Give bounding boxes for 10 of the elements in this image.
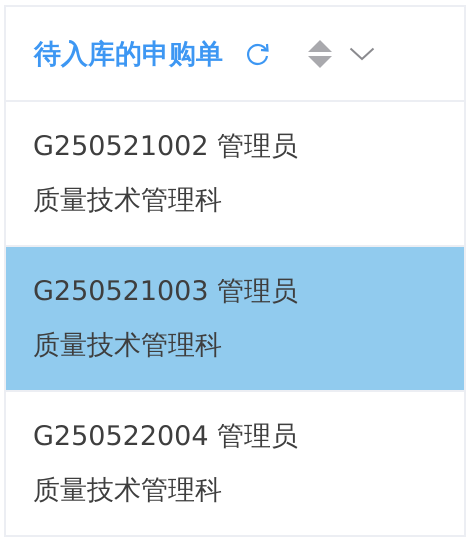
department-name: 质量技术管理科 xyxy=(33,474,223,508)
order-number-and-user: G250521002 管理员 xyxy=(33,130,300,164)
order-list-item[interactable]: G250521003 管理员 质量技术管理科 xyxy=(6,247,464,392)
order-number-and-user: G250521003 管理员 xyxy=(33,274,300,308)
panel-title: 待入库的申购单 xyxy=(34,38,223,72)
order-number-and-user: G250522004 管理员 xyxy=(33,420,300,454)
department-name: 质量技术管理科 xyxy=(33,184,223,218)
department-name: 质量技术管理科 xyxy=(33,328,223,362)
sort-icon[interactable] xyxy=(307,38,333,68)
chevron-down-icon[interactable] xyxy=(349,46,375,60)
